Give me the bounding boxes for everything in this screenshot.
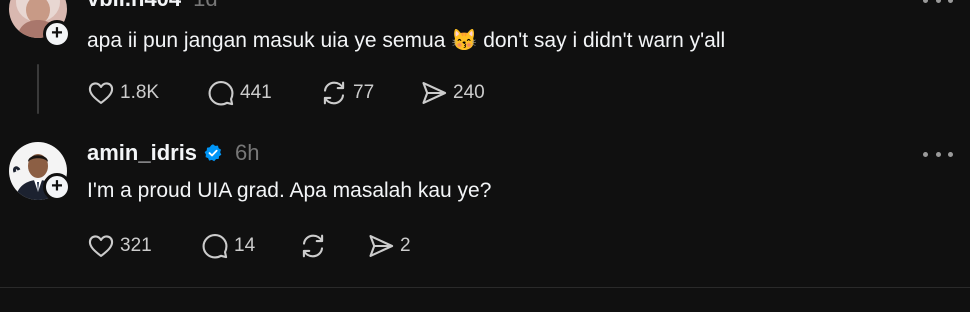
send-icon [422, 82, 447, 104]
post-text: apa ii pun jangan masuk uia ye semua 😽 d… [87, 29, 726, 52]
post-actions: 1.8K 441 77 240 [87, 79, 485, 107]
like-count: 1.8K [120, 82, 160, 103]
follow-plus-icon[interactable]: + [43, 20, 71, 48]
thread-post: + amin_idris 6h I'm a proud UIA grad. Ap… [0, 118, 970, 286]
share-button[interactable]: 2 [367, 232, 411, 260]
more-options-button[interactable] [923, 148, 953, 160]
reply-button[interactable]: 441 [207, 79, 320, 107]
send-icon [369, 235, 394, 257]
timestamp: 6h [235, 140, 260, 165]
post-actions: 321 14 2 [87, 232, 411, 260]
like-button[interactable]: 321 [87, 232, 201, 260]
like-count: 321 [120, 235, 152, 256]
share-count: 240 [453, 82, 485, 103]
share-count: 2 [400, 235, 411, 256]
post-header: amin_idris 6h [87, 140, 260, 166]
thread-post: + vbll.n404 1d apa ii pun jangan masuk u… [0, 0, 970, 130]
follow-plus-icon[interactable]: + [43, 173, 71, 201]
username[interactable]: vbll.n404 [87, 0, 181, 12]
repost-count: 77 [353, 82, 375, 103]
reply-count: 441 [240, 82, 272, 103]
reply-count: 14 [234, 235, 256, 256]
repost-button[interactable]: 77 [320, 79, 420, 107]
more-dots-icon [923, 151, 928, 157]
more-options-button[interactable] [923, 0, 953, 6]
comment-icon [208, 80, 234, 106]
heart-icon [88, 82, 114, 104]
like-button[interactable]: 1.8K [87, 79, 207, 107]
share-button[interactable]: 240 [420, 79, 485, 107]
repost-icon [302, 234, 324, 258]
thread-connector-line [37, 64, 39, 114]
repost-button[interactable] [299, 232, 367, 260]
verified-badge-icon [204, 144, 222, 162]
reply-button[interactable]: 14 [201, 232, 299, 260]
post-header: vbll.n404 1d [87, 0, 218, 12]
comment-icon [202, 233, 228, 259]
repost-icon [323, 81, 345, 105]
post-text: I'm a proud UIA grad. Apa masalah kau ye… [87, 179, 492, 202]
username[interactable]: amin_idris [87, 140, 197, 166]
heart-icon [88, 235, 114, 257]
timestamp: 1d [193, 0, 217, 12]
more-dots-icon [923, 0, 928, 3]
divider [0, 287, 970, 288]
